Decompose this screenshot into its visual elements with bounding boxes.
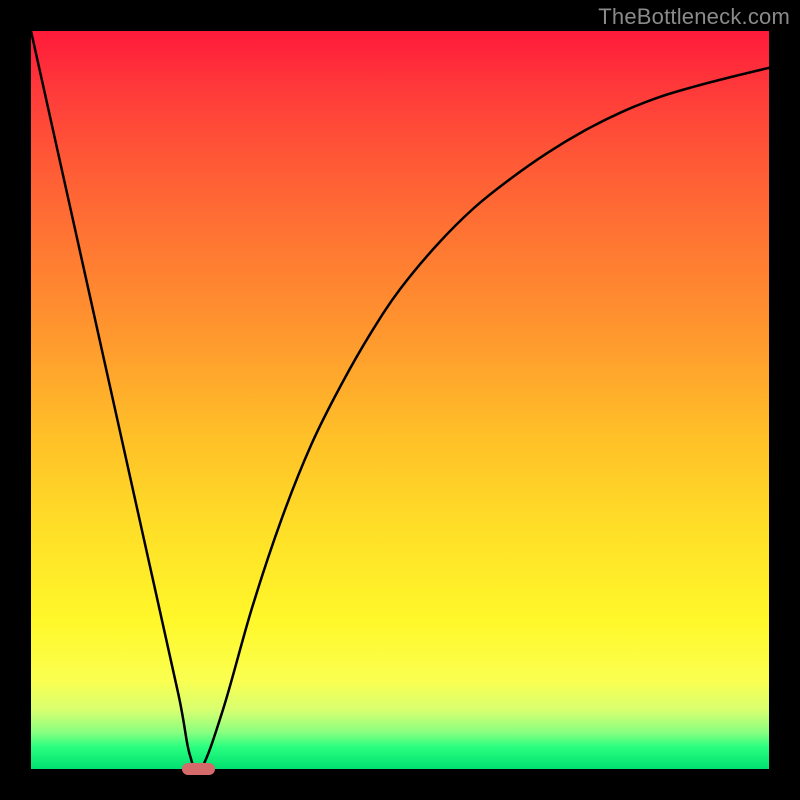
curve-layer xyxy=(31,31,769,769)
plot-area xyxy=(31,31,769,769)
watermark-text: TheBottleneck.com xyxy=(598,4,790,30)
optimal-range-marker xyxy=(182,763,215,775)
bottleneck-curve xyxy=(31,31,769,769)
chart-frame: TheBottleneck.com xyxy=(0,0,800,800)
